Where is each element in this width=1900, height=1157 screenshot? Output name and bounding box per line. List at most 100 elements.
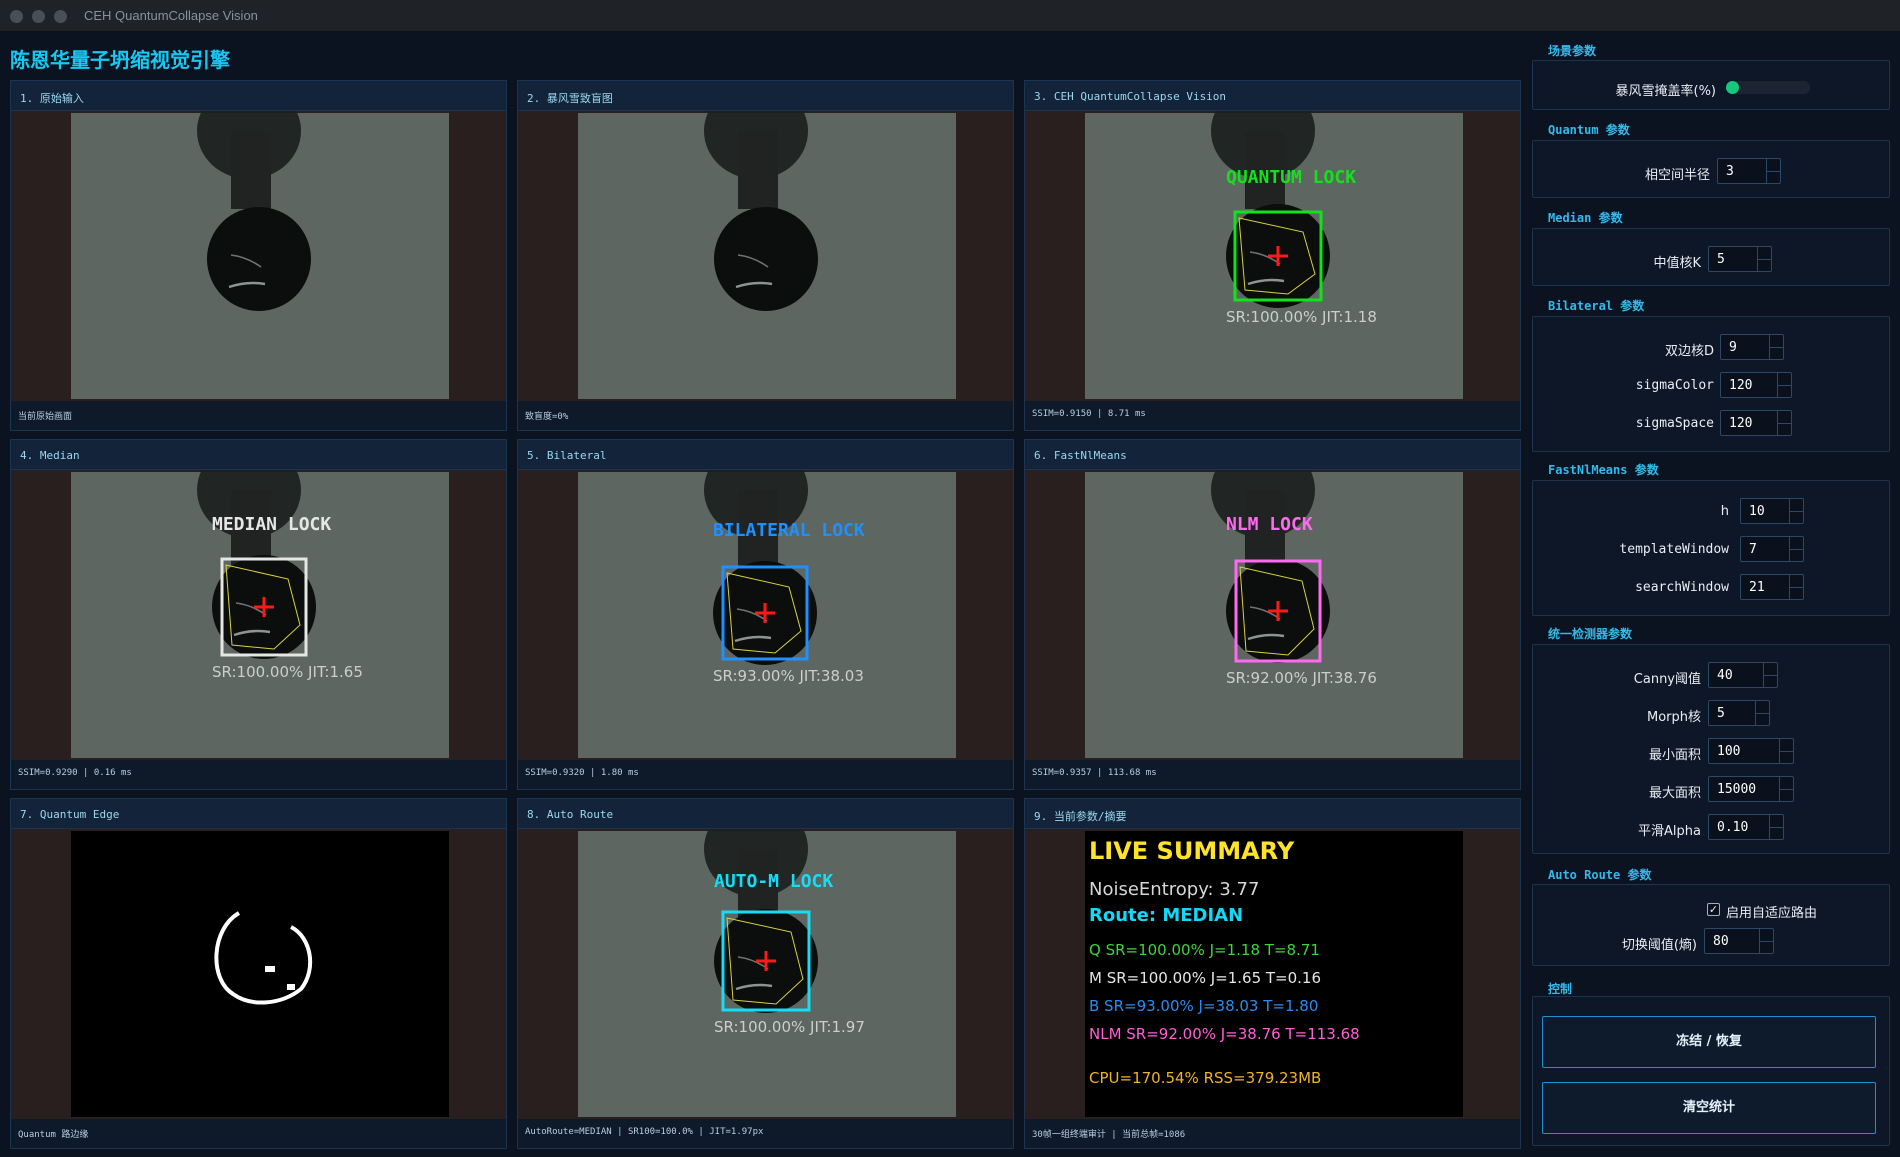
panel-title: 1. 原始输入 bbox=[20, 92, 84, 105]
panel-canvas bbox=[518, 111, 1013, 401]
panel-canvas: NLM LOCK SR:92.00% JIT:38.76 bbox=[1025, 470, 1520, 760]
panel-title: 6. FastNlMeans bbox=[1034, 449, 1127, 462]
minimize-window-button[interactable] bbox=[32, 10, 45, 23]
bilateral-d-label: 双边核D bbox=[1664, 344, 1714, 359]
panel-title: 5. Bilateral bbox=[527, 449, 607, 462]
lock-label: QUANTUM LOCK bbox=[1226, 167, 1356, 188]
template-window-stepper-arrows[interactable] bbox=[1789, 537, 1803, 561]
lock-label: AUTO-M LOCK bbox=[714, 871, 833, 892]
min-area-spinbox[interactable]: 100 bbox=[1708, 738, 1794, 764]
coin-object bbox=[714, 207, 818, 311]
control-group-title: 控制 bbox=[1548, 982, 1573, 996]
nlm-h-spinbox[interactable]: 10 bbox=[1740, 498, 1804, 524]
search-window-value: 21 bbox=[1749, 580, 1765, 595]
freeze-resume-button[interactable]: 冻结 / 恢复 bbox=[1542, 1016, 1876, 1068]
max-area-stepper-arrows[interactable] bbox=[1779, 777, 1793, 801]
panel-footer: Quantum 路边缘 bbox=[11, 1118, 506, 1148]
lock-label: BILATERAL LOCK bbox=[713, 520, 865, 541]
panel-video-view: LIVE SUMMARY NoiseEntropy: 3.77 Route: MED… bbox=[1025, 829, 1520, 1119]
morph-stepper-arrows[interactable] bbox=[1755, 701, 1769, 725]
blizzard-slider-handle[interactable] bbox=[1726, 81, 1739, 94]
panel-header: 9. 当前参数/摘要 bbox=[1025, 799, 1520, 829]
median-k-spinbox[interactable]: 5 bbox=[1708, 246, 1772, 272]
alpha-stepper-arrows[interactable] bbox=[1769, 815, 1783, 839]
clear-stats-button[interactable]: 清空统计 bbox=[1542, 1082, 1876, 1134]
radius-spinbox[interactable]: 3 bbox=[1717, 158, 1781, 184]
video-panel-1: 1. 原始输入 当前原始画面 bbox=[10, 80, 507, 431]
panel-video-view: MEDIAN LOCK SR:100.00% JIT:1.65 bbox=[11, 470, 506, 760]
min-area-stepper-arrows[interactable] bbox=[1779, 739, 1793, 763]
panel-canvas: QUANTUM LOCK SR:100.00% JIT:1.18 bbox=[1025, 111, 1520, 401]
median-k-stepper-arrows[interactable] bbox=[1757, 247, 1771, 271]
summary-entropy: NoiseEntropy: 3.77 bbox=[1089, 879, 1259, 900]
radius-stepper-arrows[interactable] bbox=[1766, 159, 1780, 183]
panel-video-view bbox=[11, 111, 506, 401]
max-area-value: 15000 bbox=[1717, 782, 1757, 797]
switch-threshold-stepper-arrows[interactable] bbox=[1759, 929, 1773, 953]
blizzard-slider-track[interactable] bbox=[1731, 81, 1810, 94]
switch-threshold-value: 80 bbox=[1713, 934, 1729, 949]
sigma-space-stepper-arrows[interactable] bbox=[1777, 411, 1791, 435]
radius-label: 相空间半径 bbox=[1644, 168, 1710, 183]
bilateral-d-value: 9 bbox=[1729, 340, 1737, 355]
canny-spinbox[interactable]: 40 bbox=[1708, 662, 1778, 688]
adaptive-route-checkbox[interactable]: ✓ bbox=[1707, 903, 1720, 916]
panel-status: 30帧一组终端审计 | 当前总帧=1086 bbox=[1032, 1130, 1186, 1140]
summary-line: NLM SR=92.00% J=38.76 T=113.68 bbox=[1089, 1025, 1360, 1043]
quantum-group-title: Quantum 参数 bbox=[1548, 123, 1630, 137]
canny-stepper-arrows[interactable] bbox=[1763, 663, 1777, 687]
panel-status: SSIM=0.9320 | 1.80 ms bbox=[525, 768, 639, 778]
panel-header: 5. Bilateral bbox=[518, 440, 1013, 470]
auto-route-group-title: Auto Route 参数 bbox=[1548, 868, 1652, 882]
max-area-spinbox[interactable]: 15000 bbox=[1708, 776, 1794, 802]
median-k-label: 中值核K bbox=[1653, 256, 1701, 271]
lock-label: NLM LOCK bbox=[1226, 514, 1313, 535]
sigma-space-spinbox[interactable]: 120 bbox=[1720, 410, 1792, 436]
nlm-h-value: 10 bbox=[1749, 504, 1765, 519]
pen-stem bbox=[231, 131, 271, 209]
bilateral-d-spinbox[interactable]: 9 bbox=[1720, 334, 1784, 360]
panel-footer: SSIM=0.9290 | 0.16 ms bbox=[11, 759, 506, 789]
edge-blob bbox=[287, 984, 295, 990]
panel-header: 2. 暴风雪致盲图 bbox=[518, 81, 1013, 111]
close-window-button[interactable] bbox=[10, 10, 23, 23]
alpha-label: 平滑Alpha bbox=[1638, 824, 1701, 839]
panel-header: 8. Auto Route bbox=[518, 799, 1013, 829]
panel-status: SSIM=0.9357 | 113.68 ms bbox=[1032, 768, 1157, 778]
radius-value: 3 bbox=[1726, 164, 1734, 179]
summary-line: Q SR=100.00% J=1.18 T=8.71 bbox=[1089, 941, 1320, 959]
panel-header: 1. 原始输入 bbox=[11, 81, 506, 111]
video-panel-6: 6. FastNlMeans NLM LOCK SR:92.00% JIT:38.7… bbox=[1024, 439, 1521, 790]
panel-header: 7. Quantum Edge bbox=[11, 799, 506, 829]
panel-canvas: AUTO-M LOCK SR:100.00% JIT:1.97 bbox=[518, 829, 1013, 1119]
summary-route: Route: MEDIAN bbox=[1089, 905, 1243, 926]
switch-threshold-spinbox[interactable]: 80 bbox=[1704, 928, 1774, 954]
sigma-color-spinbox[interactable]: 120 bbox=[1720, 372, 1792, 398]
scene-group-title: 场景参数 bbox=[1548, 44, 1597, 58]
panel-status: SSIM=0.9150 | 8.71 ms bbox=[1032, 409, 1146, 419]
panel-video-view bbox=[11, 829, 506, 1119]
lock-stats: SR:100.00% JIT:1.97 bbox=[714, 1018, 865, 1036]
morph-spinbox[interactable]: 5 bbox=[1708, 700, 1770, 726]
panel-status: 致盲度=0% bbox=[525, 412, 569, 422]
video-panel-3: 3. CEH QuantumCollapse Vision QUANTUM LOC… bbox=[1024, 80, 1521, 431]
zoom-window-button[interactable] bbox=[54, 10, 67, 23]
search-window-spinbox[interactable]: 21 bbox=[1740, 574, 1804, 600]
coin-object bbox=[207, 207, 311, 311]
video-panel-7: 7. Quantum Edge Quantum 路边缘 bbox=[10, 798, 507, 1149]
window-titlebar: CEH QuantumCollapse Vision bbox=[0, 0, 1900, 32]
panel-footer: SSIM=0.9150 | 8.71 ms bbox=[1025, 400, 1520, 430]
search-window-stepper-arrows[interactable] bbox=[1789, 575, 1803, 599]
adaptive-route-label[interactable]: 启用自适应路由 bbox=[1726, 902, 1817, 921]
panel-header: 3. CEH QuantumCollapse Vision bbox=[1025, 81, 1520, 111]
template-window-spinbox[interactable]: 7 bbox=[1740, 536, 1804, 562]
bilateral-d-stepper-arrows[interactable] bbox=[1769, 335, 1783, 359]
panel-footer: SSIM=0.9357 | 113.68 ms bbox=[1025, 759, 1520, 789]
sigma-color-stepper-arrows[interactable] bbox=[1777, 373, 1791, 397]
summary-resources: CPU=170.54% RSS=379.23MB bbox=[1089, 1069, 1321, 1087]
nlm-h-stepper-arrows[interactable] bbox=[1789, 499, 1803, 523]
window-title: CEH QuantumCollapse Vision bbox=[84, 8, 258, 23]
panel-video-view: NLM LOCK SR:92.00% JIT:38.76 bbox=[1025, 470, 1520, 760]
panel-footer: 致盲度=0% bbox=[518, 400, 1013, 430]
alpha-spinbox[interactable]: 0.10 bbox=[1708, 814, 1784, 840]
